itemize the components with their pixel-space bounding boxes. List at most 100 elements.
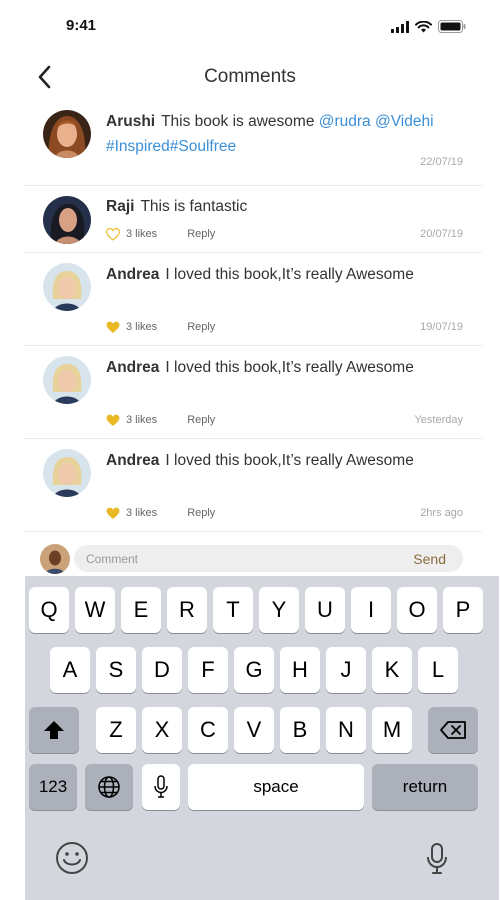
key-o[interactable]: O bbox=[397, 587, 437, 633]
status-icons bbox=[391, 20, 466, 33]
battery-icon bbox=[438, 20, 466, 33]
key-x[interactable]: X bbox=[142, 707, 182, 753]
shift-key[interactable] bbox=[29, 707, 79, 753]
comment-body: This is fantastic bbox=[140, 198, 248, 215]
comment-text: Arushi This book is awesome @rudra @Videh… bbox=[106, 109, 466, 159]
comment-body: I loved this book,It’s really Awesome bbox=[165, 359, 414, 376]
send-button[interactable]: Send bbox=[413, 551, 446, 567]
key-t[interactable]: T bbox=[213, 587, 253, 633]
comment-text: Andrea I loved this book,It’s really Awes… bbox=[106, 262, 466, 287]
reply-button[interactable]: Reply bbox=[187, 507, 215, 519]
numbers-key[interactable]: 123 bbox=[29, 764, 77, 810]
comment-meta: 3 likes Reply 19/07/19 bbox=[106, 319, 463, 335]
comment-input-box: Send bbox=[74, 545, 463, 572]
key-y[interactable]: Y bbox=[259, 587, 299, 633]
comment-author[interactable]: Raji bbox=[106, 198, 134, 215]
reply-button[interactable]: Reply bbox=[187, 414, 215, 426]
comment-body: I loved this book,It’s really Awesome bbox=[165, 452, 414, 469]
key-e[interactable]: E bbox=[121, 587, 161, 633]
keyboard-left-edge bbox=[0, 576, 25, 900]
likes-count: 3 likes bbox=[126, 414, 158, 426]
status-bar: 9:41 bbox=[0, 0, 500, 50]
avatar bbox=[43, 356, 91, 404]
avatar bbox=[43, 196, 91, 244]
comment-author[interactable]: Andrea bbox=[106, 359, 159, 376]
like-button[interactable]: 3 likes bbox=[106, 414, 157, 427]
like-button[interactable]: 3 likes bbox=[106, 507, 157, 520]
signal-icon bbox=[391, 20, 409, 33]
key-d[interactable]: D bbox=[142, 647, 182, 693]
backspace-key[interactable] bbox=[428, 707, 478, 753]
comment-time: Yesterday bbox=[414, 414, 463, 426]
comment-time: 22/07/19 bbox=[420, 156, 463, 168]
page-title: Comments bbox=[204, 66, 296, 87]
likes-count: 3 likes bbox=[126, 321, 158, 333]
key-r[interactable]: R bbox=[167, 587, 207, 633]
comment-item: Andrea I loved this book,It’s really Awes… bbox=[24, 439, 482, 532]
current-user-avatar bbox=[40, 544, 70, 574]
comment-text: Andrea I loved this book,It’s really Awes… bbox=[106, 355, 466, 380]
key-f[interactable]: F bbox=[188, 647, 228, 693]
comment-author[interactable]: Arushi bbox=[106, 113, 155, 130]
key-z[interactable]: Z bbox=[96, 707, 136, 753]
emoji-icon[interactable] bbox=[54, 840, 90, 876]
key-i[interactable]: I bbox=[351, 587, 391, 633]
comment-text: Andrea I loved this book,It’s really Awes… bbox=[106, 448, 466, 473]
key-s[interactable]: S bbox=[96, 647, 136, 693]
like-button[interactable]: 3 likes bbox=[106, 227, 158, 241]
keyboard: Q W E R T Y U I O P A S D F G H J K L Z … bbox=[25, 576, 499, 900]
key-j[interactable]: J bbox=[326, 647, 366, 693]
comment-item: Andrea I loved this book,It’s really Awes… bbox=[24, 253, 482, 346]
comment-meta: 3 likes Reply 2hrs ago bbox=[106, 505, 463, 521]
like-button[interactable]: 3 likes bbox=[106, 321, 157, 334]
key-c[interactable]: C bbox=[188, 707, 228, 753]
mic-icon bbox=[154, 775, 168, 798]
mic-key[interactable] bbox=[142, 764, 180, 810]
key-b[interactable]: B bbox=[280, 707, 320, 753]
comment-meta: 3 likes Reply 20/07/19 bbox=[106, 226, 463, 242]
comment-text: Raji This is fantastic bbox=[106, 194, 466, 219]
key-g[interactable]: G bbox=[234, 647, 274, 693]
key-n[interactable]: N bbox=[326, 707, 366, 753]
likes-count: 3 likes bbox=[126, 228, 158, 240]
header: Comments bbox=[0, 56, 500, 100]
reply-button[interactable]: Reply bbox=[187, 321, 215, 333]
key-u[interactable]: U bbox=[305, 587, 345, 633]
comment-time: 19/07/19 bbox=[420, 321, 463, 333]
comment-time: 20/07/19 bbox=[420, 228, 463, 240]
key-l[interactable]: L bbox=[418, 647, 458, 693]
key-m[interactable]: M bbox=[372, 707, 412, 753]
comment-input[interactable] bbox=[86, 545, 386, 572]
heart-icon bbox=[106, 507, 120, 519]
globe-icon bbox=[98, 776, 120, 798]
status-time: 9:41 bbox=[66, 17, 97, 34]
comment-item: Arushi This book is awesome @rudra @Videh… bbox=[24, 100, 482, 186]
likes-count: 3 likes bbox=[126, 507, 158, 519]
dictation-mic-icon[interactable] bbox=[425, 840, 449, 876]
comment-meta: 3 likes Reply Yesterday bbox=[106, 412, 463, 428]
comment-body: I loved this book,It’s really Awesome bbox=[165, 266, 414, 283]
key-h[interactable]: H bbox=[280, 647, 320, 693]
key-a[interactable]: A bbox=[50, 647, 90, 693]
backspace-icon bbox=[440, 721, 466, 739]
comments-screen: 9:41 Comments Arushi This book is awesom… bbox=[0, 0, 500, 900]
key-q[interactable]: Q bbox=[29, 587, 69, 633]
comment-time: 2hrs ago bbox=[420, 507, 463, 519]
reply-button[interactable]: Reply bbox=[187, 228, 215, 240]
heart-icon bbox=[106, 414, 120, 426]
comment-author[interactable]: Andrea bbox=[106, 266, 159, 283]
heart-icon bbox=[106, 321, 120, 333]
shift-icon bbox=[44, 721, 64, 739]
globe-key[interactable] bbox=[85, 764, 133, 810]
key-p[interactable]: P bbox=[443, 587, 483, 633]
key-v[interactable]: V bbox=[234, 707, 274, 753]
wifi-icon bbox=[415, 20, 432, 32]
space-key[interactable]: space bbox=[188, 764, 364, 810]
return-key[interactable]: return bbox=[372, 764, 478, 810]
comment-author[interactable]: Andrea bbox=[106, 452, 159, 469]
avatar bbox=[43, 449, 91, 497]
key-k[interactable]: K bbox=[372, 647, 412, 693]
key-w[interactable]: W bbox=[75, 587, 115, 633]
comment-body: This book is awesome bbox=[161, 113, 319, 130]
avatar bbox=[43, 263, 91, 311]
